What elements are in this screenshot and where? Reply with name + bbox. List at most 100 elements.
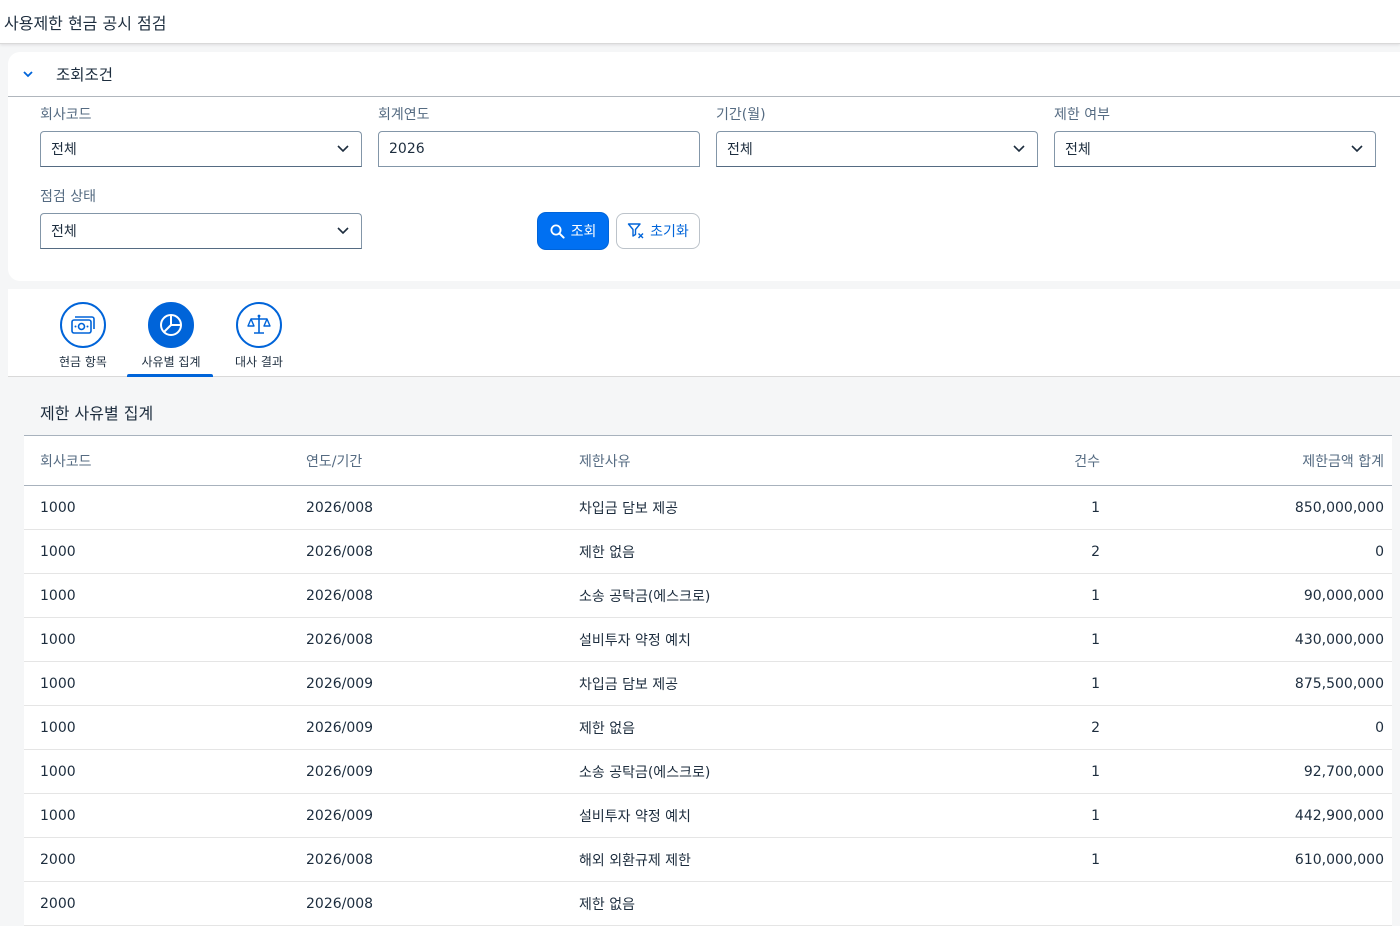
year-period-cell: 2026/009 — [306, 675, 374, 692]
reason-cell: 소송 공탁금(에스크로) — [579, 764, 711, 781]
active-tab-indicator — [127, 374, 213, 377]
reason-cell: 차입금 담보 제공 — [579, 676, 679, 693]
company-code-cell: 1000 — [40, 543, 76, 560]
amount-cell: 442,900,000 — [1294, 807, 1384, 824]
reason-cell: 제한 없음 — [579, 896, 635, 913]
chevron-down-icon — [335, 141, 351, 157]
table-row[interactable]: 1000 2026/009 차입금 담보 제공 1 875,500,000 — [24, 662, 1392, 706]
chevron-down-icon — [1011, 141, 1027, 157]
restricted-select[interactable]: 전체 — [1054, 131, 1376, 167]
search-icon — [550, 224, 565, 239]
money-icon — [60, 302, 106, 348]
table-row[interactable]: 2000 2026/008 해외 외환규제 제한 1 610,000,000 — [24, 838, 1392, 882]
company-code-cell: 1000 — [40, 499, 76, 516]
column-header-year-period[interactable]: 연도/기간 — [290, 451, 563, 471]
period-field: 기간(월) 전체 — [716, 105, 1038, 167]
column-header-reason[interactable]: 제한사유 — [563, 451, 863, 471]
period-label: 기간(월) — [716, 107, 766, 123]
shell-bar: 사용제한 현금 공시 점검 — [0, 0, 1400, 44]
table-row[interactable]: 1000 2026/009 제한 없음 2 0 — [24, 706, 1392, 750]
reason-cell: 차입금 담보 제공 — [579, 500, 679, 517]
tab-summary-by-reason[interactable]: 사유별 집계 — [127, 289, 215, 377]
amount-cell: 90,000,000 — [1303, 587, 1384, 604]
year-period-cell: 2026/009 — [306, 807, 374, 824]
company-code-cell: 1000 — [40, 587, 76, 604]
company-code-select[interactable]: 전체 — [40, 131, 362, 167]
amount-cell: 610,000,000 — [1294, 851, 1384, 868]
reset-button[interactable]: 초기화 — [616, 213, 700, 249]
count-cell: 1 — [1091, 631, 1100, 648]
year-period-cell: 2026/008 — [306, 587, 374, 604]
fiscal-year-input[interactable]: 2026 — [378, 131, 700, 167]
company-code-cell: 2000 — [40, 851, 76, 868]
count-cell: 1 — [1091, 675, 1100, 692]
table-title: 제한 사유별 집계 — [24, 392, 1392, 436]
fiscal-year-field: 회계연도 2026 — [378, 105, 700, 167]
company-code-cell: 1000 — [40, 631, 76, 648]
amount-cell: 0 — [1375, 719, 1384, 736]
column-header-amount-total[interactable]: 제한금액 합계 — [1116, 451, 1392, 471]
reason-cell: 설비투자 약정 예치 — [579, 632, 691, 649]
period-value: 전체 — [727, 142, 753, 158]
year-period-cell: 2026/008 — [306, 851, 374, 868]
restricted-value: 전체 — [1065, 142, 1091, 158]
period-select[interactable]: 전체 — [716, 131, 1038, 167]
count-cell: 1 — [1091, 587, 1100, 604]
restricted-label: 제한 여부 — [1054, 107, 1110, 123]
pie-chart-icon — [148, 302, 194, 348]
year-period-cell: 2026/008 — [306, 499, 374, 516]
company-code-value: 전체 — [51, 142, 77, 158]
chevron-down-icon — [335, 223, 351, 239]
company-code-cell: 1000 — [40, 675, 76, 692]
tab-reconciliation-results-label: 대사 결과 — [235, 355, 283, 369]
check-status-field: 점검 상태 전체 — [40, 187, 362, 249]
company-code-field: 회사코드 전체 — [40, 105, 362, 167]
tab-cash-items[interactable]: 현금 항목 — [39, 289, 127, 377]
year-period-cell: 2026/008 — [306, 631, 374, 648]
company-code-cell: 1000 — [40, 763, 76, 780]
reason-cell: 해외 외환규제 제한 — [579, 852, 691, 869]
reason-cell: 제한 없음 — [579, 720, 635, 737]
amount-cell: 0 — [1375, 543, 1384, 560]
tab-reconciliation-results[interactable]: 대사 결과 — [215, 289, 303, 377]
filter-panel: 조회조건 회사코드 전체 회계연도 2026 기간(월) 전체 제한 여부 전체 — [8, 52, 1400, 281]
amount-cell: 92,700,000 — [1303, 763, 1384, 780]
search-button[interactable]: 조회 — [538, 213, 608, 249]
table-row[interactable]: 2000 2026/008 제한 없음 — [24, 882, 1392, 926]
table-row[interactable]: 1000 2026/008 설비투자 약정 예치 1 430,000,000 — [24, 618, 1392, 662]
table-body: 1000 2026/008 차입금 담보 제공 1 850,000,000 1000 202… — [24, 486, 1392, 926]
column-header-count[interactable]: 건수 — [863, 451, 1116, 471]
company-code-label: 회사코드 — [40, 107, 92, 123]
table-row[interactable]: 1000 2026/008 제한 없음 2 0 — [24, 530, 1392, 574]
year-period-cell: 2026/008 — [306, 895, 374, 912]
icon-tab-bar: 현금 항목 사유별 집계 대사 결과 — [8, 289, 1400, 377]
fiscal-year-value: 2026 — [389, 141, 425, 157]
check-status-select[interactable]: 전체 — [40, 213, 362, 249]
chevron-down-icon — [23, 71, 33, 78]
table-header-row: 회사코드 연도/기간 제한사유 건수 제한금액 합계 — [24, 436, 1392, 486]
restricted-field: 제한 여부 전체 — [1054, 105, 1376, 167]
count-cell: 1 — [1091, 851, 1100, 868]
table-row[interactable]: 1000 2026/009 설비투자 약정 예치 1 442,900,000 — [24, 794, 1392, 838]
table-row[interactable]: 1000 2026/008 차입금 담보 제공 1 850,000,000 — [24, 486, 1392, 530]
collapse-toggle-button[interactable] — [8, 52, 48, 97]
fiscal-year-label: 회계연도 — [378, 107, 430, 123]
count-cell: 1 — [1091, 499, 1100, 516]
year-period-cell: 2026/008 — [306, 543, 374, 560]
column-header-company-code[interactable]: 회사코드 — [24, 451, 290, 471]
reason-cell: 제한 없음 — [579, 544, 635, 561]
filter-panel-header: 조회조건 — [8, 52, 1400, 97]
year-period-cell: 2026/009 — [306, 763, 374, 780]
amount-cell: 430,000,000 — [1294, 631, 1384, 648]
summary-table-section: 제한 사유별 집계 회사코드 연도/기간 제한사유 건수 제한금액 합계 100… — [24, 392, 1392, 926]
company-code-cell: 1000 — [40, 719, 76, 736]
tab-cash-items-label: 현금 항목 — [59, 355, 107, 369]
check-status-label: 점검 상태 — [40, 189, 96, 205]
clear-filter-icon — [627, 223, 644, 239]
table-row[interactable]: 1000 2026/008 소송 공탁금(에스크로) 1 90,000,000 — [24, 574, 1392, 618]
amount-cell: 850,000,000 — [1294, 499, 1384, 516]
table-row[interactable]: 1000 2026/009 소송 공탁금(에스크로) 1 92,700,000 — [24, 750, 1392, 794]
search-button-label: 조회 — [570, 224, 597, 240]
balance-scale-icon — [236, 302, 282, 348]
count-cell: 1 — [1091, 763, 1100, 780]
